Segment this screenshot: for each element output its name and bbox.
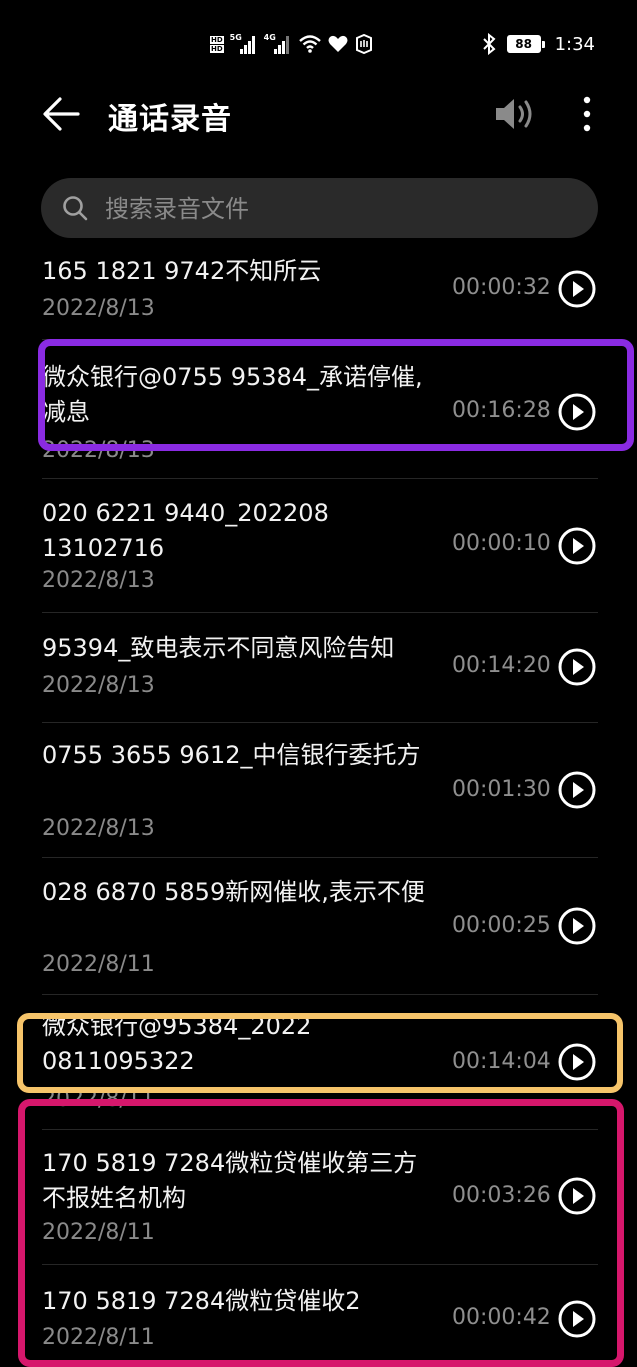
signal-4g-icon: 4G bbox=[264, 33, 292, 55]
status-time: 1:34 bbox=[554, 33, 595, 55]
recording-date: 2022/8/13 bbox=[42, 296, 155, 321]
page-title: 通话录音 bbox=[108, 102, 232, 137]
hd-badge-1: HD bbox=[210, 35, 224, 44]
recording-item[interactable]: 微众银行@0755 95384_承诺停催,减息 2022/8/13 00:16:… bbox=[0, 340, 637, 478]
play-icon[interactable] bbox=[557, 1042, 597, 1082]
recording-name: 170 5819 7284微粒贷催收2 bbox=[42, 1287, 361, 1315]
recording-date: 2022/8/11 bbox=[42, 1220, 155, 1245]
recording-date: 2022/8/11 bbox=[42, 1325, 155, 1350]
play-icon[interactable] bbox=[557, 906, 597, 946]
play-icon[interactable] bbox=[557, 392, 597, 432]
recording-name: 微众银行@95384_20220811095322 bbox=[42, 1012, 312, 1075]
play-icon[interactable] bbox=[557, 1299, 597, 1339]
recording-name: 95394_致电表示不同意风险告知 bbox=[42, 634, 395, 662]
speaker-icon bbox=[496, 99, 532, 129]
battery-level: 88 bbox=[515, 37, 532, 51]
recording-item[interactable]: 170 5819 7284微粒贷催收第三方不报姓名机构 2022/8/11 00… bbox=[0, 1130, 637, 1263]
recording-name: 165 1821 9742不知所云 bbox=[42, 257, 322, 285]
more-options-button[interactable] bbox=[572, 92, 602, 136]
status-bar: HD HD 5G 4G 88 1:34 bbox=[0, 0, 637, 88]
signal-5g-icon: 5G bbox=[230, 33, 258, 55]
arrow-left-icon bbox=[43, 97, 80, 131]
wifi-icon bbox=[298, 35, 321, 53]
play-icon[interactable] bbox=[557, 647, 597, 687]
play-icon[interactable] bbox=[557, 770, 597, 810]
app-header: 通话录音 bbox=[0, 88, 637, 148]
speaker-button[interactable] bbox=[492, 94, 540, 134]
recording-item[interactable]: 95394_致电表示不同意风险告知 2022/8/13 00:14:20 bbox=[0, 613, 637, 721]
recording-item[interactable]: 微众银行@95384_20220811095322 2022/8/11 00:1… bbox=[0, 995, 637, 1128]
search-icon bbox=[63, 196, 88, 221]
recording-name: 028 6870 5859新网催收,表示不便 bbox=[42, 878, 425, 906]
recording-duration: 00:00:42 bbox=[452, 1305, 551, 1330]
recording-date: 2022/8/11 bbox=[42, 1087, 155, 1112]
more-vertical-icon bbox=[583, 96, 591, 132]
recording-item[interactable]: 0755 3655 9612_中信银行委托方 2022/8/13 00:01:3… bbox=[0, 723, 637, 856]
recording-duration: 00:03:26 bbox=[452, 1183, 551, 1208]
net-label-4g: 4G bbox=[263, 33, 276, 42]
recording-date: 2022/8/11 bbox=[42, 952, 155, 977]
recording-duration: 00:00:10 bbox=[452, 531, 551, 556]
back-button[interactable] bbox=[40, 92, 84, 136]
recording-duration: 00:00:32 bbox=[452, 275, 551, 300]
play-icon[interactable] bbox=[557, 1176, 597, 1216]
recording-duration: 00:00:25 bbox=[452, 913, 551, 938]
heart-icon bbox=[328, 35, 348, 52]
recording-date: 2022/8/13 bbox=[42, 673, 155, 698]
recording-date: 2022/8/13 bbox=[42, 816, 155, 841]
recording-duration: 00:16:28 bbox=[452, 398, 551, 423]
hd-badges: HD HD bbox=[210, 35, 224, 53]
recording-date: 2022/8/13 bbox=[42, 438, 155, 463]
search-input[interactable] bbox=[103, 186, 577, 232]
net-label-5g: 5G bbox=[229, 33, 242, 42]
recording-duration: 00:14:20 bbox=[452, 653, 551, 678]
recording-name: 微众银行@0755 95384_承诺停催,减息 bbox=[42, 363, 423, 426]
status-left: HD HD 5G 4G bbox=[210, 30, 374, 58]
hand-icon bbox=[355, 34, 372, 54]
recording-item[interactable]: 165 1821 9742不知所云 2022/8/13 00:00:32 bbox=[0, 238, 637, 338]
recording-duration: 00:14:04 bbox=[452, 1049, 551, 1074]
recording-item[interactable]: 170 5819 7284微粒贷催收2 2022/8/11 00:00:42 bbox=[0, 1265, 637, 1351]
status-right: 88 1:34 bbox=[481, 30, 595, 58]
search-bar[interactable] bbox=[41, 178, 598, 238]
hd-badge-2: HD bbox=[210, 44, 224, 53]
play-icon[interactable] bbox=[557, 526, 597, 566]
recording-name: 0755 3655 9612_中信银行委托方 bbox=[42, 741, 421, 769]
recording-duration: 00:01:30 bbox=[452, 777, 551, 802]
battery-icon: 88 bbox=[506, 35, 545, 53]
recording-date: 2022/8/13 bbox=[42, 568, 155, 593]
recording-name: 020 6221 9440_20220813102716 bbox=[42, 499, 329, 562]
bluetooth-icon bbox=[482, 33, 496, 55]
play-icon[interactable] bbox=[557, 269, 597, 309]
recording-item[interactable]: 020 6221 9440_20220813102716 2022/8/13 0… bbox=[0, 479, 637, 612]
recording-item[interactable]: 028 6870 5859新网催收,表示不便 2022/8/11 00:00:2… bbox=[0, 858, 637, 993]
recording-name: 170 5819 7284微粒贷催收第三方不报姓名机构 bbox=[42, 1149, 418, 1212]
recording-list: 165 1821 9742不知所云 2022/8/13 00:00:32 微众银… bbox=[0, 238, 637, 1351]
